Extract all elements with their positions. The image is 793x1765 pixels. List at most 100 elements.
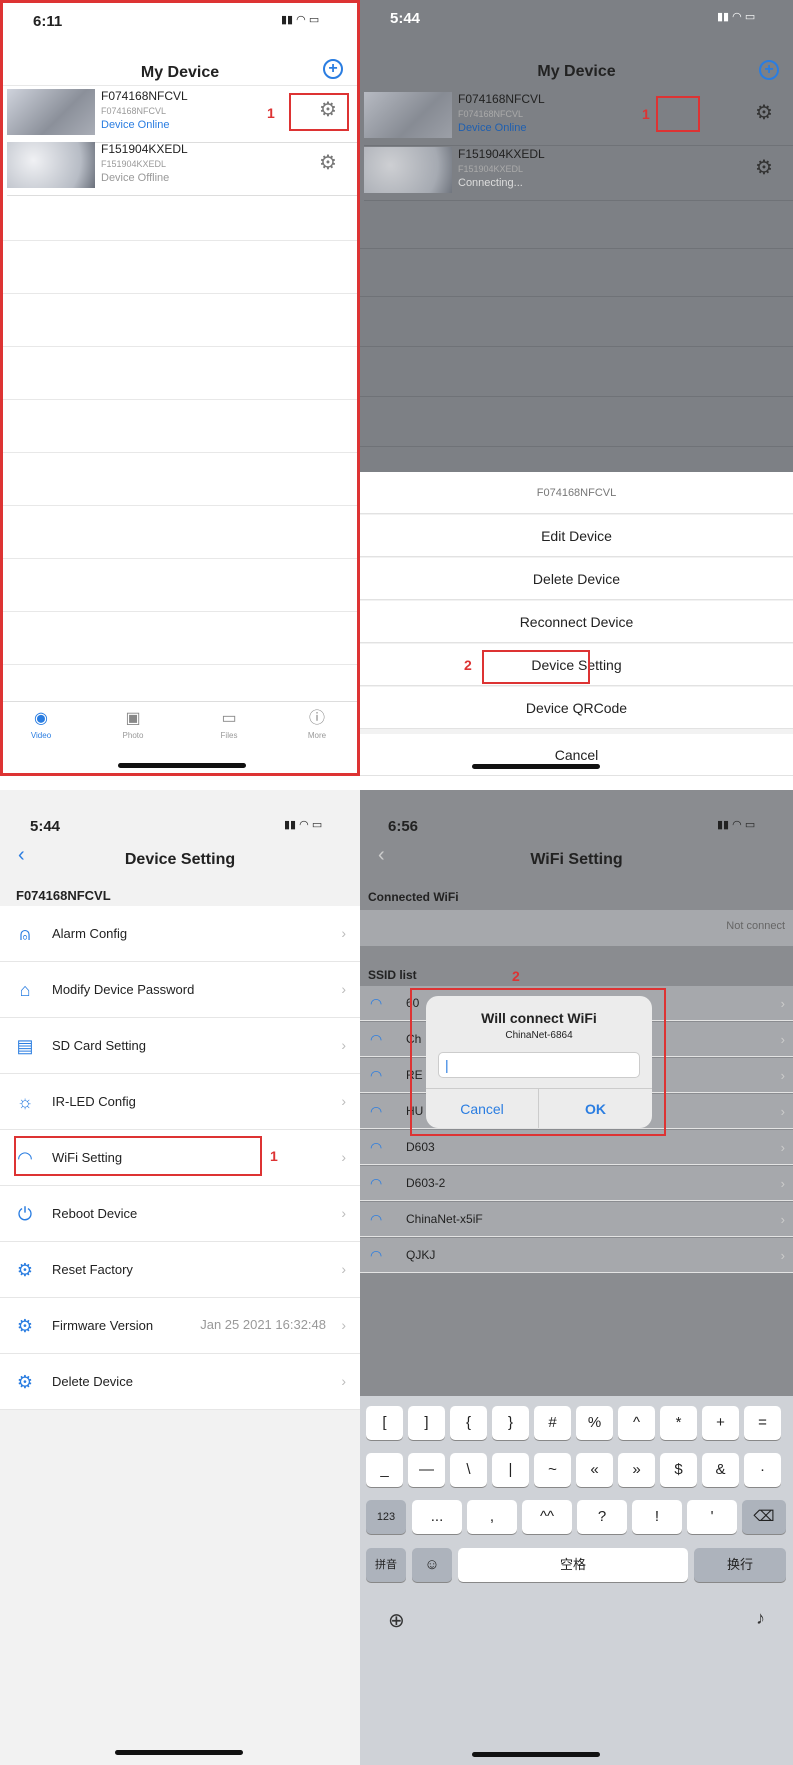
row-label: Modify Device Password (52, 982, 195, 997)
setting-row-ir-led[interactable]: ☼ IR-LED Config › (0, 1074, 360, 1130)
row-label: SD Card Setting (52, 1038, 146, 1053)
highlight-box (482, 650, 590, 684)
keyboard-key[interactable]: & (702, 1453, 739, 1487)
key-pinyin[interactable]: 拼音 (366, 1548, 406, 1582)
sheet-title: F074168NFCVL (360, 472, 793, 514)
device-row[interactable]: F151904KXEDL F151904KXEDL Device Offline… (7, 138, 357, 196)
keyboard-key[interactable]: # (534, 1406, 571, 1440)
device-id: F151904KXEDL (458, 164, 524, 174)
divider (3, 399, 357, 400)
keyboard-key[interactable]: ] (408, 1406, 445, 1440)
page-title: Device Setting (124, 851, 236, 868)
keyboard-key[interactable]: $ (660, 1453, 697, 1487)
gear-icon[interactable]: ⚙ (317, 152, 339, 174)
firmware-version-value: Jan 25 2021 16:32:48 (200, 1317, 326, 1332)
wifi-icon: ◠ (370, 1247, 383, 1263)
device-thumbnail (7, 142, 95, 188)
not-connect-status: Not connect (726, 920, 785, 932)
chevron-right-icon: › (341, 1149, 346, 1165)
chevron-right-icon: › (780, 1212, 785, 1227)
ssid-row[interactable]: ◠ ChinaNet-x5iF › (360, 1202, 793, 1237)
sun-icon: ☼ (16, 1092, 34, 1112)
keyboard-key[interactable]: + (702, 1406, 739, 1440)
tab-video[interactable]: ◉ Video (11, 710, 71, 740)
gear-icon[interactable]: ⚙ (753, 102, 775, 124)
ssid-label: ChinaNet-x5iF (406, 1212, 483, 1226)
highlight-box (14, 1136, 262, 1176)
reconnect-device-button[interactable]: Reconnect Device (360, 601, 793, 643)
keyboard-key[interactable]: · (744, 1453, 781, 1487)
page-title: WiFi Setting (530, 851, 623, 868)
divider (3, 664, 357, 665)
edit-device-button[interactable]: Edit Device (360, 515, 793, 557)
setting-row-reboot[interactable]: ⏻ Reboot Device › (0, 1186, 360, 1242)
device-thumbnail (364, 147, 452, 193)
keyboard-key[interactable]: ? (577, 1500, 627, 1534)
status-bar: 6:56 ▮▮ ◠ ▭ (360, 808, 793, 842)
space-key[interactable]: 空格 (458, 1548, 688, 1582)
keyboard-key[interactable]: , (467, 1500, 517, 1534)
keyboard-key[interactable]: | (492, 1453, 529, 1487)
cancel-button[interactable]: Cancel (360, 734, 793, 776)
emoji-key-icon[interactable]: ☺ (412, 1548, 452, 1582)
keyboard-key[interactable]: ^ (618, 1406, 655, 1440)
panel-device-actions: 5:44 ▮▮ ◠ ▭ My Device + F074168NFCVL F07… (360, 0, 793, 776)
backspace-key[interactable]: ⌫ (742, 1500, 786, 1534)
chevron-right-icon: › (780, 1104, 785, 1119)
setting-row-sd-card[interactable]: ▤ SD Card Setting › (0, 1018, 360, 1074)
keyboard-key[interactable]: » (618, 1453, 655, 1487)
keyboard-key[interactable]: ! (632, 1500, 682, 1534)
keyboard-key[interactable]: ... (412, 1500, 462, 1534)
enter-key[interactable]: 换行 (694, 1548, 786, 1582)
add-device-icon[interactable]: + (323, 59, 343, 79)
keyboard-key[interactable]: ' (687, 1500, 737, 1534)
signal-wifi-battery-icon: ▮▮ ◠ ▭ (717, 819, 756, 831)
keyboard-key[interactable]: ^^ (522, 1500, 572, 1534)
keyboard-key[interactable]: \ (450, 1453, 487, 1487)
device-status: Connecting... (458, 177, 523, 189)
row-label: Delete Device (52, 1374, 133, 1389)
keyboard-key[interactable]: _ (366, 1453, 403, 1487)
tab-files[interactable]: ▭ Files (199, 710, 259, 740)
keyboard-key[interactable]: % (576, 1406, 613, 1440)
setting-row-alarm-config[interactable]: ⍝ Alarm Config › (0, 906, 360, 962)
delete-device-button[interactable]: Delete Device (360, 558, 793, 600)
setting-row-reset-factory[interactable]: ⚙ Reset Factory › (0, 1242, 360, 1298)
status-time: 5:44 (30, 818, 61, 835)
setting-row-delete-device[interactable]: ⚙ Delete Device › (0, 1354, 360, 1410)
keyboard-key[interactable]: [ (366, 1406, 403, 1440)
ssid-row[interactable]: ◠ D603-2 › (360, 1166, 793, 1201)
status-bar: 6:11 ▮▮ ◠ ▭ (3, 3, 357, 37)
gear-icon[interactable]: ⚙ (753, 157, 775, 179)
key-123[interactable]: 123 (366, 1500, 406, 1534)
chevron-right-icon: › (341, 925, 346, 941)
device-qrcode-button[interactable]: Device QRCode (360, 687, 793, 729)
globe-icon[interactable]: ⊕ (388, 1608, 405, 1633)
microphone-icon[interactable]: ♪ (756, 1608, 765, 1629)
keyboard-key[interactable]: * (660, 1406, 697, 1440)
keyboard-key[interactable]: ~ (534, 1453, 571, 1487)
row-label: Firmware Version (52, 1318, 154, 1333)
tab-photo[interactable]: ▣ Photo (103, 710, 163, 740)
chevron-right-icon: › (780, 1248, 785, 1263)
device-row[interactable]: F074168NFCVL F074168NFCVL Device Online … (364, 88, 793, 146)
chevron-right-icon: › (780, 1068, 785, 1083)
setting-row-firmware[interactable]: ⚙ Firmware Version Jan 25 2021 16:32:48 › (0, 1298, 360, 1354)
annotation-number: 2 (512, 968, 520, 984)
tab-more[interactable]: ⓘ More (287, 710, 347, 740)
device-thumbnail (364, 92, 452, 138)
ssid-row[interactable]: ◠ QJKJ › (360, 1238, 793, 1273)
status-time: 6:11 (33, 13, 63, 30)
device-row[interactable]: F151904KXEDL F151904KXEDL Connecting... … (364, 143, 793, 201)
add-device-icon[interactable]: + (759, 60, 779, 80)
device-id: F074168NFCVL (101, 106, 167, 116)
photo-icon: ▣ (125, 710, 141, 727)
connected-wifi-row: Not connect (360, 910, 793, 946)
keyboard-key[interactable]: « (576, 1453, 613, 1487)
keyboard-key[interactable]: — (408, 1453, 445, 1487)
keyboard-key[interactable]: } (492, 1406, 529, 1440)
keyboard-key[interactable]: { (450, 1406, 487, 1440)
highlight-box (656, 96, 700, 132)
setting-row-modify-password[interactable]: ⌂ Modify Device Password › (0, 962, 360, 1018)
keyboard-key[interactable]: = (744, 1406, 781, 1440)
